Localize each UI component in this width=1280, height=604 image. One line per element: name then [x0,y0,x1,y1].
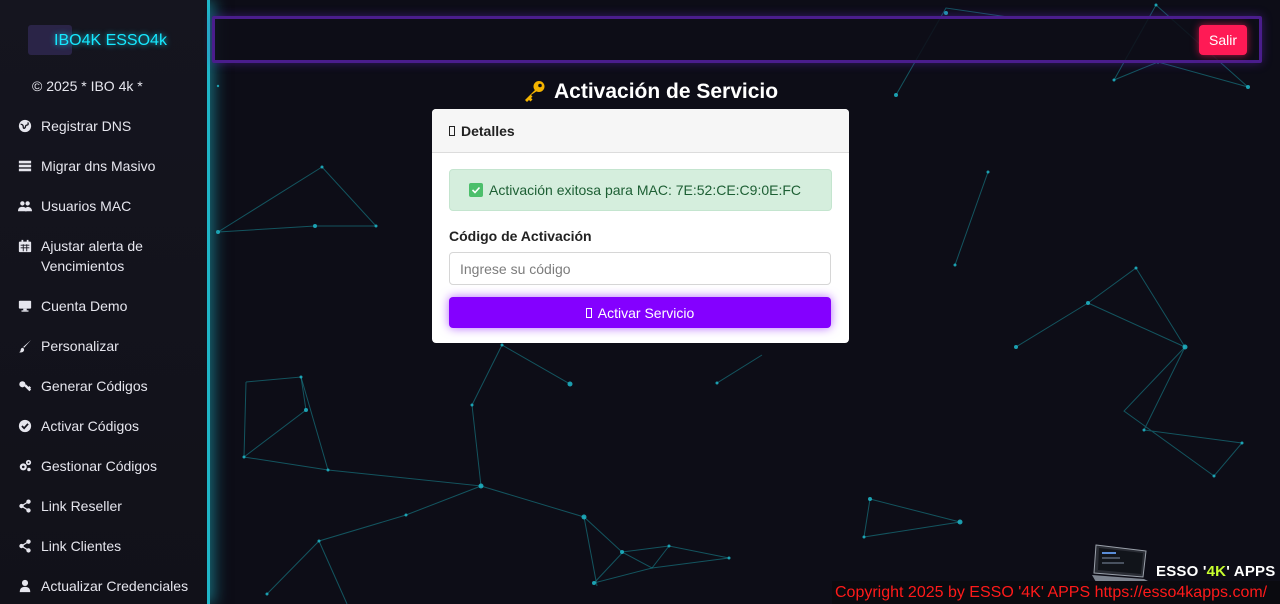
activation-code-input[interactable] [449,252,831,285]
sidebar-item-label: Migrar dns Masivo [41,158,156,174]
brand-name[interactable]: IBO4K ESSO4k [54,32,167,50]
sidebar-item-alerta-vencimientos[interactable]: Ajustar alerta de Vencimientos [0,226,207,286]
activation-card: Detalles Activación exitosa para MAC: 7E… [432,109,849,343]
sidebar-item-cuenta-demo[interactable]: Cuenta Demo [0,286,207,326]
check-box-icon [469,183,483,197]
sidebar-item-label: Actualizar Credenciales [41,578,189,594]
key-icon [17,378,33,394]
sidebar-item-activar-codigos[interactable]: Activar Códigos [0,406,207,446]
page-title-text: Activación de Servicio [554,80,779,103]
activate-service-button[interactable]: Activar Servicio [449,297,831,328]
sidebar-item-generar-codigos[interactable]: Generar Códigos [0,366,207,406]
desktop-icon [17,298,33,314]
sidebar-item-label: Usuarios MAC [41,198,132,214]
users-icon [17,198,33,214]
share-icon [17,498,33,514]
sidebar-item-label: Generar Códigos [41,378,148,394]
sidebar-item-actualizar-credenciales[interactable]: Actualizar Credenciales [0,566,207,604]
sidebar-copyright: © 2025 * IBO 4k * [32,78,143,94]
logout-button[interactable]: Salir [1198,25,1247,55]
check-circle-icon [17,418,33,434]
sidebar-item-label: Personalizar [41,338,119,354]
page-title: Activación de Servicio [522,80,778,104]
card-header: Detalles [432,109,849,153]
sidebar-nav: Registrar DNS Migrar dns Masivo Usuarios… [0,106,207,604]
sidebar: IBO4K ESSO4k © 2025 * IBO 4k * Registrar… [0,0,210,604]
sidebar-item-registrar-dns[interactable]: Registrar DNS [0,106,207,146]
sidebar-item-label: Link Reseller [41,498,122,514]
footer-copyright[interactable]: Copyright 2025 by ESSO '4K' APPS https:/… [832,581,1280,604]
sidebar-item-usuarios-mac[interactable]: Usuarios MAC [0,186,207,226]
activate-service-button-label: Activar Servicio [597,304,695,321]
sidebar-item-label: Activar Códigos [41,418,140,434]
missing-glyph-icon [449,125,455,136]
key-emoji-icon [525,81,545,102]
esso-laptop-logo [1092,544,1150,582]
brush-icon [17,338,33,354]
missing-glyph-icon [585,307,592,318]
sidebar-item-label: Cuenta Demo [41,298,128,314]
sidebar-item-label: Ajustar alerta de Vencimientos [41,238,143,274]
cogs-icon [17,458,33,474]
sidebar-item-personalizar[interactable]: Personalizar [0,326,207,366]
sidebar-item-label: Gestionar Códigos [41,458,157,474]
user-icon [17,578,33,594]
globe-icon [17,118,33,134]
sidebar-item-migrar-dns[interactable]: Migrar dns Masivo [0,146,207,186]
sidebar-item-link-reseller[interactable]: Link Reseller [0,486,207,526]
activation-code-label: Código de Activación [449,228,592,244]
esso-brand-label: ESSO '4K' APPS [1156,563,1276,580]
card-body: Activación exitosa para MAC: 7E:52:CE:C9… [432,153,849,343]
top-bar: Salir [212,16,1262,63]
share-icon [17,538,33,554]
calendar-icon [17,238,33,254]
sidebar-item-gestionar-codigos[interactable]: Gestionar Códigos [0,446,207,486]
card-header-title: Detalles [461,122,515,139]
success-alert-text: Activación exitosa para MAC: 7E:52:CE:C9… [489,182,802,198]
sidebar-item-label: Link Clientes [41,538,122,554]
server-icon [17,158,33,174]
sidebar-item-label: Registrar DNS [41,118,132,134]
sidebar-item-link-clientes[interactable]: Link Clientes [0,526,207,566]
success-alert: Activación exitosa para MAC: 7E:52:CE:C9… [449,169,832,211]
